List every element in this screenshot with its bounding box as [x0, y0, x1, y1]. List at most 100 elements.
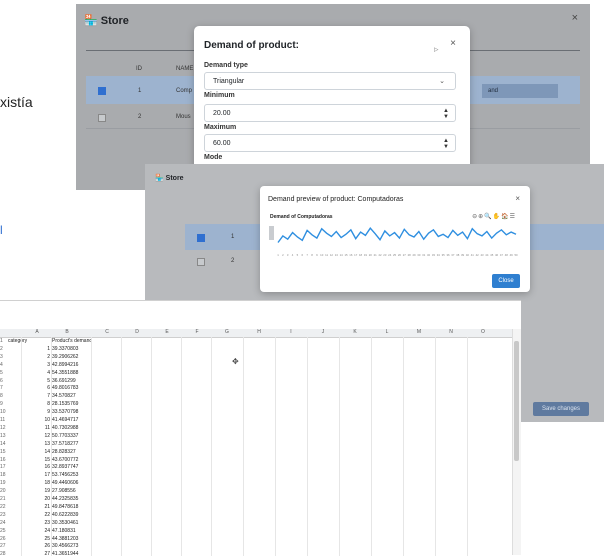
modal-title: Demand preview of product: Computadoras [268, 196, 404, 203]
row-number[interactable]: 19 [0, 480, 6, 486]
row-checkbox[interactable] [98, 114, 106, 122]
row-number[interactable]: 20 [0, 488, 6, 494]
row-number[interactable]: 17 [0, 464, 6, 470]
cell-category: 9 [47, 409, 50, 416]
x-tick-label: 30 [417, 253, 421, 257]
row-number[interactable]: 9 [0, 401, 3, 407]
row-number[interactable]: 12 [0, 425, 6, 431]
row-number[interactable]: 28 [0, 551, 6, 557]
column-header[interactable]: F [182, 329, 212, 335]
row-number[interactable]: 23 [0, 512, 6, 518]
x-tick-label: 4 [292, 253, 294, 257]
row-number[interactable]: 7 [0, 385, 3, 391]
column-header[interactable]: I [276, 329, 306, 335]
background-link[interactable]: l [0, 223, 3, 237]
row-number[interactable]: 5 [0, 370, 3, 376]
column-header[interactable]: D [122, 329, 152, 335]
row-number[interactable]: 6 [0, 378, 3, 384]
cell-demand: 41.3651944 [52, 551, 79, 557]
cell-demand: 39.3370803 [52, 345, 79, 352]
row-checkbox[interactable] [197, 234, 205, 242]
spinner-icon[interactable]: ▲ ▼ [443, 138, 449, 150]
cell-demand: 49.4460606 [52, 480, 79, 487]
row-number[interactable]: 11 [0, 417, 5, 423]
spinner-icon[interactable]: ▲ ▼ [443, 108, 449, 120]
column-header[interactable]: H [244, 329, 274, 335]
demand-type-select[interactable]: Triangular ⌄ [204, 72, 456, 90]
save-changes-button[interactable]: Save changes [533, 402, 589, 416]
row-number[interactable]: 16 [0, 457, 6, 463]
column-header[interactable]: C [92, 329, 122, 335]
scrollbar-thumb[interactable] [514, 341, 519, 461]
x-tick-label: 10 [320, 253, 324, 257]
cell-category: 24 [44, 527, 50, 534]
row-id: 2 [138, 114, 142, 120]
cell-demand: 43.6700772 [52, 456, 79, 463]
x-tick-label: 9 [316, 253, 318, 257]
column-header[interactable]: B [52, 329, 82, 335]
close-icon[interactable]: × [572, 12, 578, 24]
grid-line [467, 337, 468, 556]
cell-demand: 30.3530461 [52, 519, 79, 526]
row-number[interactable]: 26 [0, 536, 6, 542]
column-header[interactable]: G [212, 329, 242, 335]
header-demand: Product's demand [52, 338, 93, 344]
chevron-down-icon: ⌄ [439, 78, 445, 85]
x-tick-label: 36 [446, 253, 450, 257]
column-header[interactable]: N [436, 329, 466, 335]
minimum-value: 20.00 [213, 110, 231, 117]
x-tick-label: 20 [369, 253, 373, 257]
x-tick-label: 38 [456, 253, 460, 257]
scrollbar[interactable] [512, 329, 521, 555]
chart-toolbar[interactable]: ⊖⊕🔍✋🏠☰ [472, 213, 516, 220]
row-number[interactable]: 1 [0, 338, 3, 344]
x-tick-label: 28 [408, 253, 412, 257]
grid-line [275, 337, 276, 556]
row-action-button[interactable]: and [482, 84, 558, 98]
row-number[interactable]: 2 [0, 346, 3, 352]
row-number[interactable]: 22 [0, 504, 6, 510]
cell-demand: 44.3881203 [52, 535, 79, 542]
row-checkbox[interactable] [98, 87, 106, 95]
cell-demand: 34.570827 [52, 393, 76, 400]
row-number[interactable]: 21 [0, 496, 6, 502]
row-number[interactable]: 13 [0, 433, 6, 439]
cell-category: 14 [44, 448, 50, 455]
column-header-id: ID [136, 66, 142, 72]
close-icon[interactable]: × [515, 194, 520, 203]
row-number[interactable]: 27 [0, 543, 6, 549]
cell-demand: 28.828327 [52, 448, 76, 455]
x-tick-label: 25 [393, 253, 397, 257]
row-number[interactable]: 3 [0, 354, 3, 360]
row-number[interactable]: 8 [0, 393, 3, 399]
column-header[interactable]: M [404, 329, 434, 335]
cell-demand: 28.1535769 [52, 401, 79, 408]
x-tick-label: 1 [277, 253, 279, 257]
x-tick-label: 21 [374, 253, 378, 257]
minimum-input[interactable]: 20.00 ▲ ▼ [204, 104, 456, 122]
row-number[interactable]: 10 [0, 409, 6, 415]
column-header[interactable]: O [468, 329, 498, 335]
row-number[interactable]: 15 [0, 449, 6, 455]
row-checkbox[interactable] [197, 258, 205, 266]
cell-demand: 44.2325835 [52, 496, 79, 502]
cell-demand: 36.691299 [52, 377, 76, 384]
row-number[interactable]: 24 [0, 520, 6, 526]
row-number[interactable]: 4 [0, 362, 3, 368]
cell-demand: 33.5370798 [52, 409, 79, 416]
row-number[interactable]: 18 [0, 472, 6, 478]
column-header[interactable]: K [340, 329, 370, 335]
x-tick-label: 5 [297, 253, 299, 257]
column-header[interactable]: L [372, 329, 402, 335]
column-header[interactable]: E [152, 329, 182, 335]
close-button[interactable]: Close [492, 274, 520, 288]
y-axis-scale [269, 226, 274, 240]
grid-line [151, 337, 152, 556]
close-icon[interactable]: × [450, 38, 456, 49]
column-header[interactable]: A [22, 329, 52, 335]
column-header[interactable]: J [308, 329, 338, 335]
row-number[interactable]: 14 [0, 441, 6, 447]
maximum-input[interactable]: 60.00 ▲ ▼ [204, 134, 456, 152]
row-number[interactable]: 25 [0, 528, 6, 534]
x-tick-label: 7 [306, 253, 308, 257]
